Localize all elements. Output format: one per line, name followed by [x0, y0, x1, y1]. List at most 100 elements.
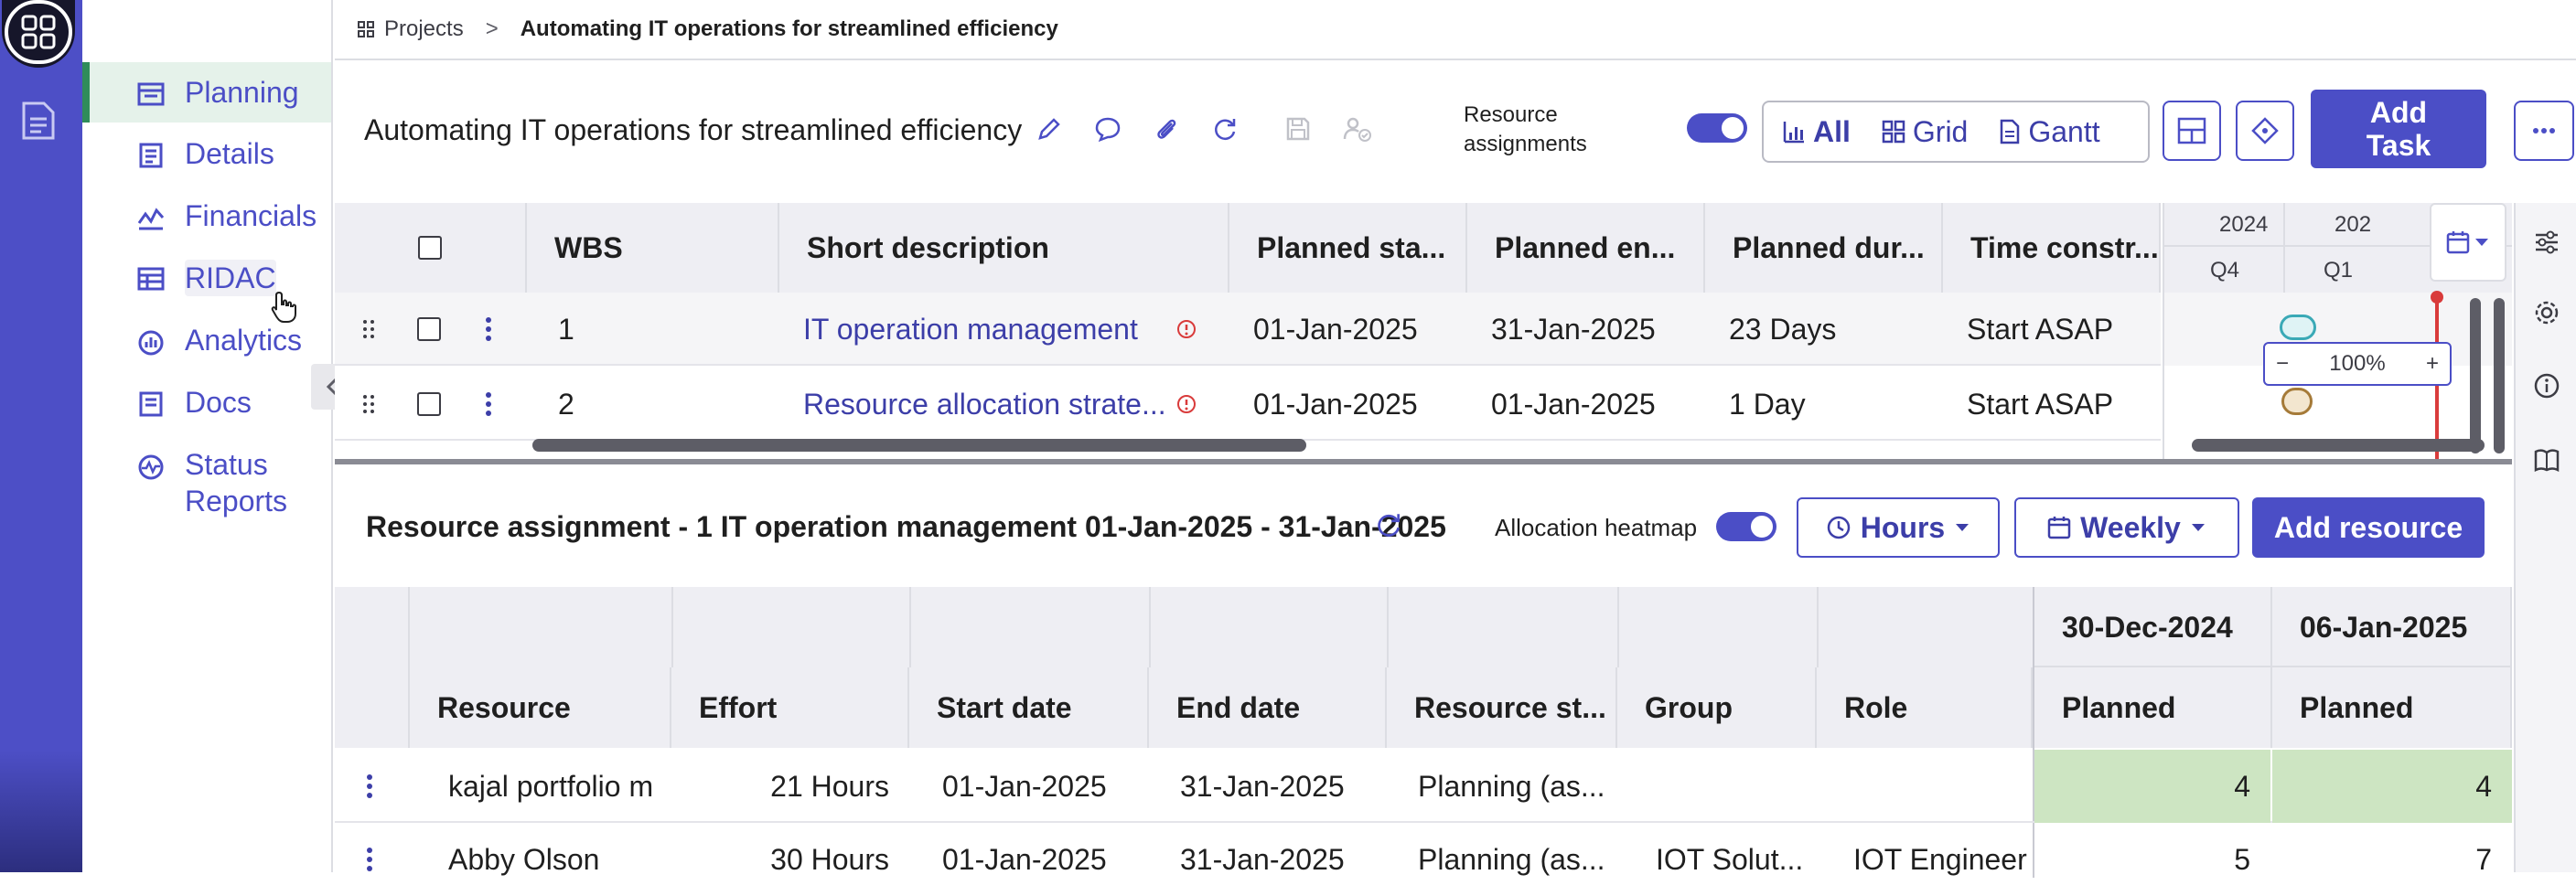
refresh-icon[interactable]	[1374, 510, 1403, 539]
view-grid-button[interactable]: Grid	[1869, 106, 1980, 157]
view-gantt-button[interactable]: Gantt	[1986, 106, 2112, 157]
nav-item-planning[interactable]: Planning	[82, 62, 331, 123]
row-menu-icon[interactable]	[366, 823, 373, 896]
calendar-picker-button[interactable]	[2430, 203, 2506, 282]
status-reports-icon	[137, 453, 165, 481]
task-header: Automating IT operations for streamlined…	[335, 62, 2576, 201]
gantt-vertical-scrollbar[interactable]	[2470, 298, 2481, 453]
attachment-icon[interactable]	[1153, 115, 1180, 143]
drag-handle-icon[interactable]	[362, 293, 375, 366]
allocation-heatmap-toggle[interactable]	[1716, 512, 1776, 541]
gantt-task-bar[interactable]	[2280, 315, 2316, 340]
week-date-header: 30-Dec-2024	[2034, 587, 2272, 667]
group-cell: IOT Solut...	[1656, 842, 1804, 876]
layout-button[interactable]	[2163, 101, 2221, 161]
resource-assignments-label: Resource assignments	[1464, 101, 1601, 159]
column-header-planned-duration[interactable]: Planned dur...	[1705, 203, 1943, 293]
nav-label: Planning	[185, 76, 299, 109]
row-checkbox[interactable]	[417, 293, 441, 366]
nav-label: Analytics	[185, 324, 303, 357]
view-all-button[interactable]: All	[1769, 106, 1863, 157]
resource-assignments-toggle[interactable]	[1687, 113, 1747, 143]
gantt-year-label: 2024	[2219, 212, 2269, 237]
period-label: Weekly	[2080, 510, 2181, 544]
warning-icon[interactable]	[1176, 293, 1197, 366]
milestone-button[interactable]	[2236, 101, 2294, 161]
layout-icon	[2177, 117, 2206, 144]
table-row[interactable]: 1 IT operation management 01-Jan-2025 31…	[335, 293, 2161, 366]
planned-end-cell: 01-Jan-2025	[1491, 387, 1656, 421]
add-resource-button[interactable]: Add resource	[2252, 497, 2485, 558]
task-grid-scrollbar[interactable]	[532, 439, 1306, 452]
wbs-cell: 2	[558, 387, 574, 421]
column-header-resource-status[interactable]: Resource st...	[1387, 667, 1617, 748]
table-row[interactable]: 2 Resource allocation strate... 01-Jan-2…	[335, 368, 2161, 441]
select-all-checkbox[interactable]	[418, 236, 442, 260]
view-all-label: All	[1813, 114, 1851, 148]
heatmap-cell[interactable]: 4	[2272, 750, 2512, 823]
gantt-scrollbar[interactable]	[2192, 439, 2485, 452]
task-name-link[interactable]: IT operation management	[803, 293, 1160, 366]
nav-item-status-reports[interactable]: Status Reports	[82, 446, 331, 523]
heatmap-cell[interactable]: 7	[2272, 823, 2512, 896]
nav-item-details[interactable]: Details	[82, 135, 331, 172]
assign-user-icon[interactable]	[1343, 115, 1372, 143]
breadcrumb-current: Automating IT operations for streamlined…	[520, 16, 1058, 41]
save-icon[interactable]	[1284, 115, 1312, 143]
nav-item-analytics[interactable]: Analytics	[82, 322, 331, 358]
resource-grid-header: Resource Effort Start date End date Reso…	[335, 587, 2033, 748]
planned-duration-cell: 1 Day	[1729, 387, 1806, 421]
gantt-task-bar[interactable]	[2281, 388, 2313, 415]
allocation-heatmap-label: Allocation heatmap	[1495, 514, 1698, 541]
effort-cell: 21 Hours	[770, 769, 889, 803]
heatmap-cell[interactable]: 4	[2034, 750, 2270, 823]
end-date-cell: 31-Jan-2025	[1180, 842, 1345, 876]
clock-icon	[1827, 516, 1851, 539]
gantt-vertical-scrollbar[interactable]	[2494, 298, 2505, 453]
edit-icon[interactable]	[1036, 115, 1063, 143]
row-menu-icon[interactable]	[366, 750, 373, 823]
row-menu-icon[interactable]	[485, 368, 492, 441]
comment-icon[interactable]	[1094, 115, 1122, 143]
table-row[interactable]: kajal portfolio m 21 Hours 01-Jan-2025 3…	[335, 750, 2512, 823]
more-options-button[interactable]	[2514, 101, 2574, 161]
app-rail	[0, 0, 82, 872]
book-icon[interactable]	[2534, 448, 2560, 472]
add-task-button[interactable]: Add Task	[2311, 90, 2486, 168]
column-header-role[interactable]: Role	[1817, 667, 2033, 748]
row-checkbox[interactable]	[417, 368, 441, 441]
row-menu-icon[interactable]	[485, 293, 492, 366]
refresh-icon[interactable]	[1211, 115, 1239, 143]
column-header-group[interactable]: Group	[1617, 667, 1817, 748]
column-header-effort[interactable]: Effort	[671, 667, 909, 748]
grid-icon	[358, 21, 374, 37]
column-header-start-date[interactable]: Start date	[909, 667, 1149, 748]
end-date-cell: 31-Jan-2025	[1180, 769, 1345, 803]
task-name-link[interactable]: Resource allocation strate...	[803, 368, 1169, 441]
column-header-wbs[interactable]: WBS	[527, 203, 779, 293]
column-header-planned-start[interactable]: Planned sta...	[1229, 203, 1467, 293]
column-header-planned-end[interactable]: Planned en...	[1467, 203, 1705, 293]
document-icon[interactable]	[20, 101, 57, 141]
drag-handle-icon[interactable]	[362, 368, 375, 441]
column-header-time-constraint[interactable]: Time constr...	[1943, 203, 2161, 293]
apps-grid-button[interactable]	[2, 0, 75, 68]
table-row[interactable]: Abby Olson 30 Hours 01-Jan-2025 31-Jan-2…	[335, 823, 2512, 878]
zoom-out-button[interactable]: −	[2276, 351, 2289, 377]
column-header-resource[interactable]: Resource	[410, 667, 671, 748]
diamond-icon	[2251, 117, 2279, 144]
heatmap-cell[interactable]: 5	[2034, 823, 2270, 896]
filter-settings-icon[interactable]	[2534, 230, 2560, 254]
breadcrumb-projects[interactable]: Projects	[357, 16, 464, 42]
nav-item-docs[interactable]: Docs	[82, 384, 331, 421]
zoom-in-button[interactable]: +	[2426, 351, 2439, 377]
info-icon[interactable]	[2534, 373, 2560, 399]
gear-icon[interactable]	[2534, 300, 2560, 325]
nav-item-financials[interactable]: Financials	[82, 197, 331, 234]
column-header-end-date[interactable]: End date	[1149, 667, 1387, 748]
units-dropdown[interactable]: Hours	[1797, 497, 2000, 558]
warning-icon[interactable]	[1176, 368, 1197, 441]
time-constraint-cell: Start ASAP	[1967, 387, 2114, 421]
column-header-description[interactable]: Short description	[779, 203, 1229, 293]
period-dropdown[interactable]: Weekly	[2014, 497, 2239, 558]
